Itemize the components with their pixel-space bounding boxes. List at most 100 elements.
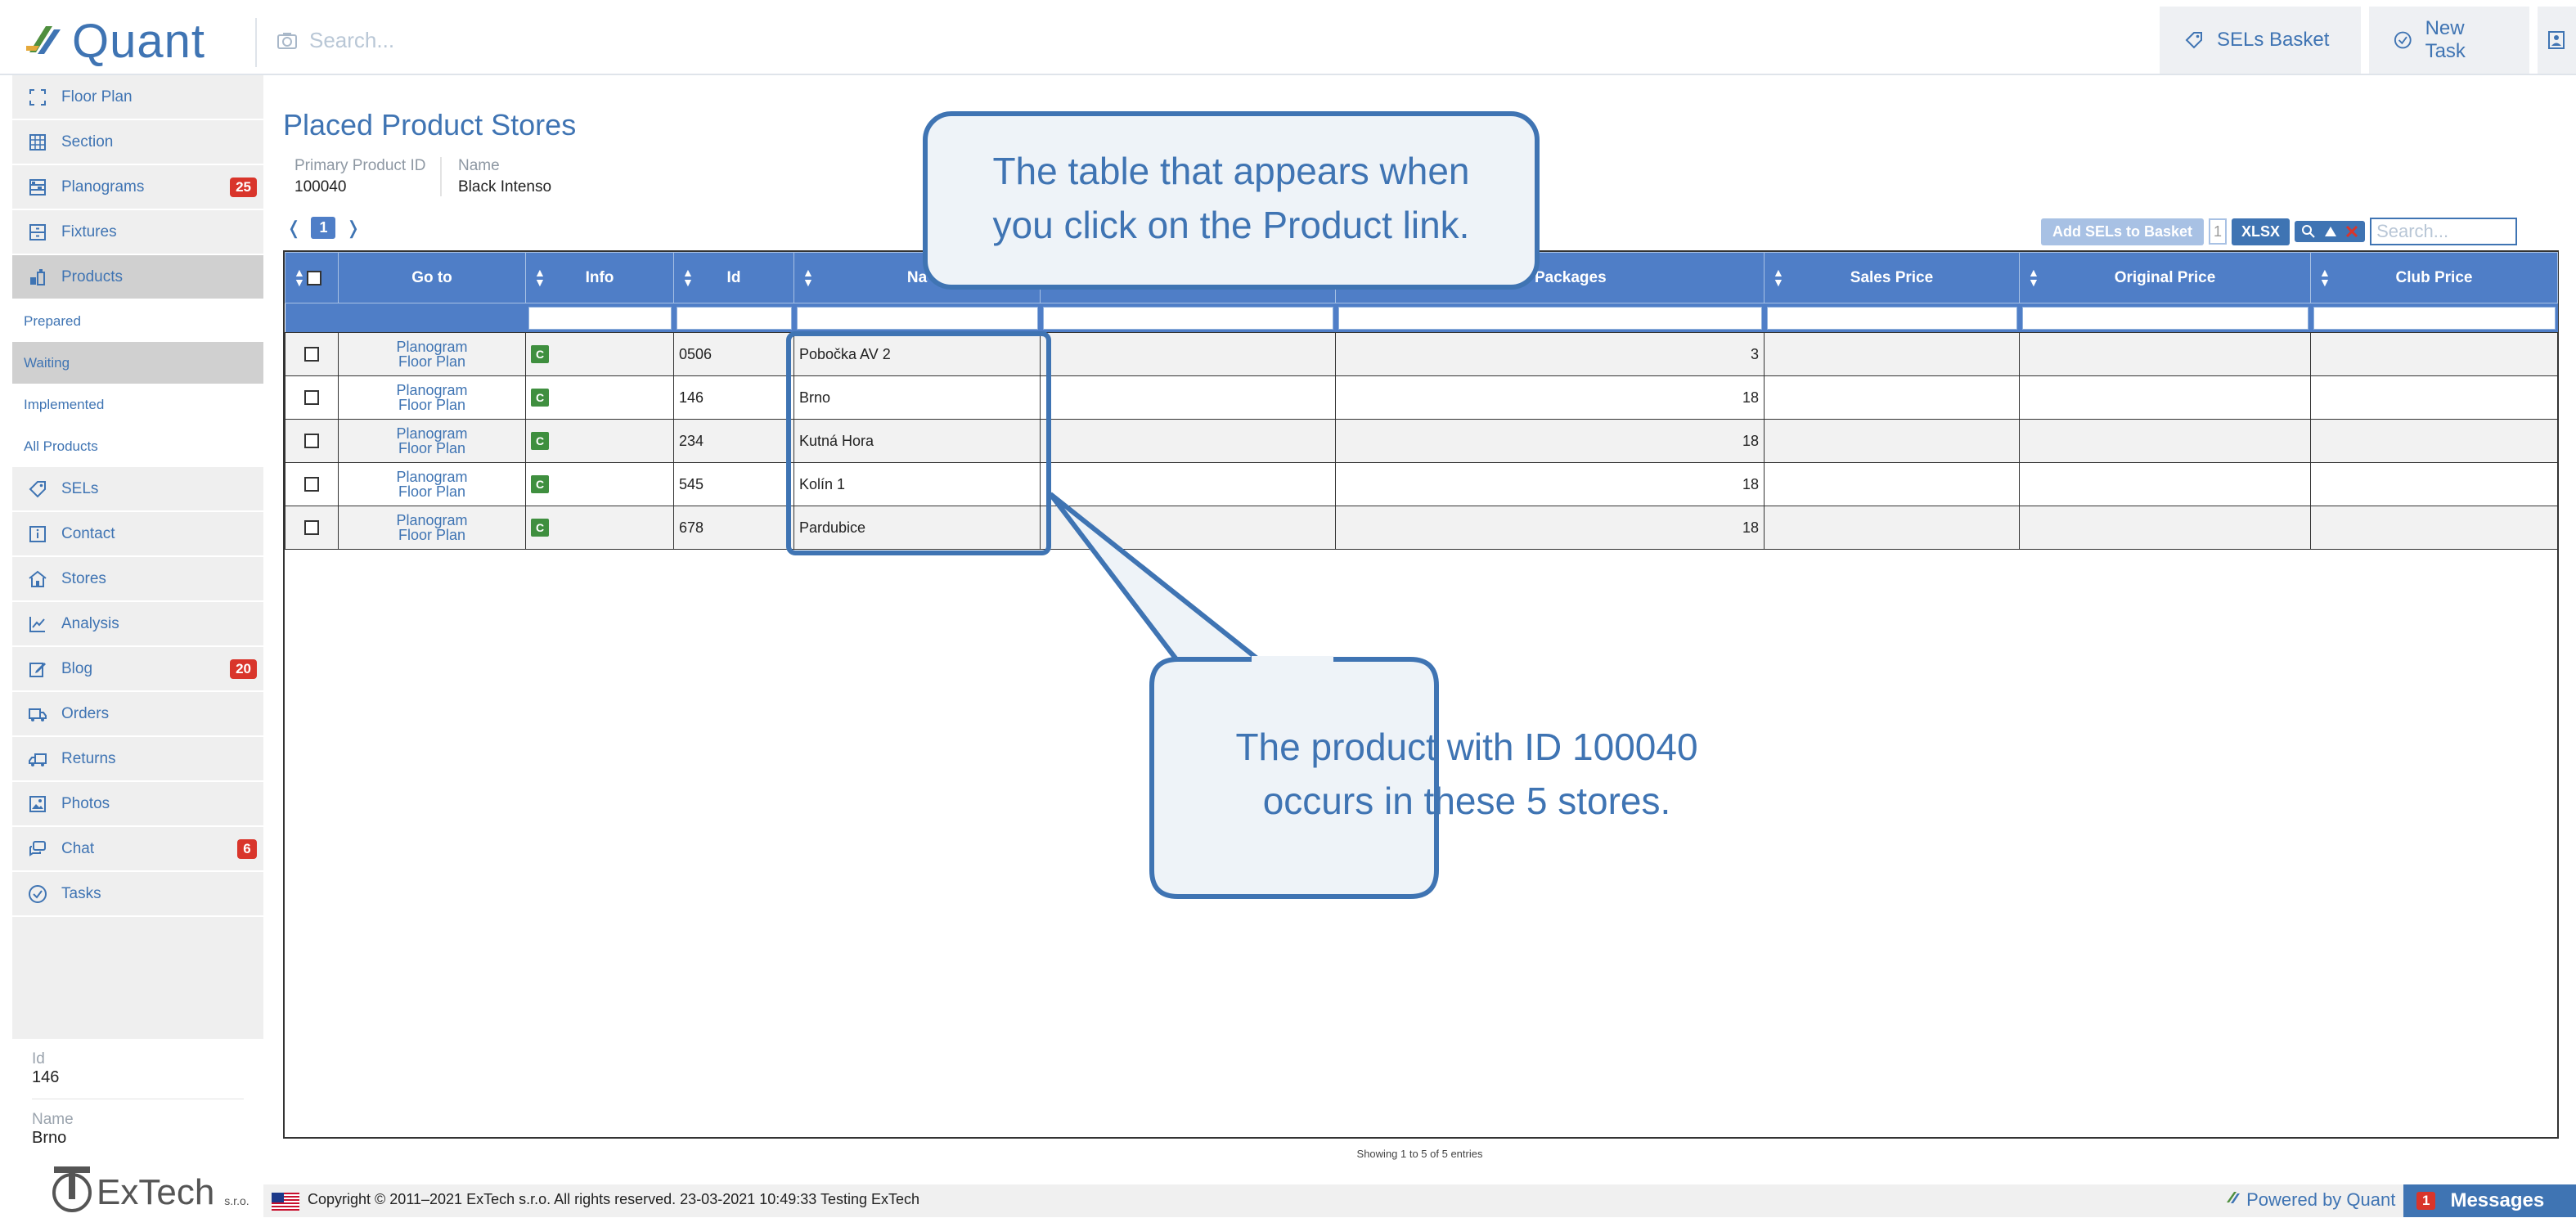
submenu-item-waiting[interactable]: Waiting (12, 342, 263, 384)
planned-packages-cell: 18 (1335, 375, 1765, 420)
select-all-checkbox[interactable] (307, 270, 321, 285)
sidebar-item-contact[interactable]: Contact (12, 512, 263, 557)
floor-plan-link[interactable]: Floor Plan (344, 441, 520, 456)
sidebar-item-blog[interactable]: Blog 20 (12, 647, 263, 692)
user-profile-button[interactable] (2538, 7, 2576, 74)
name-cell: Pardubice (793, 506, 1041, 550)
quant-logo[interactable]: Quant (25, 14, 205, 68)
select-all-header[interactable]: ▲ ▼ (285, 252, 339, 303)
sidebar-item-floor-plan[interactable]: Floor Plan (12, 75, 263, 120)
submenu-item-prepared[interactable]: Prepared (12, 300, 263, 342)
sidebar-item-orders[interactable]: Orders (12, 692, 263, 737)
planogram-link[interactable]: Planogram (344, 470, 520, 484)
filter-id[interactable] (673, 303, 794, 333)
col-header-planned-packages[interactable]: nned Packages (1335, 252, 1765, 303)
sidebar-item-sels[interactable]: SELs (12, 467, 263, 512)
col-header-club-price[interactable]: ▲ ▼ Club Price (2310, 252, 2558, 303)
filter-planned-packages[interactable] (1335, 303, 1765, 333)
row-checkbox[interactable] (304, 434, 319, 448)
info-cell: C (525, 332, 674, 376)
check-circle-icon (2394, 31, 2412, 49)
floor-plan-link[interactable]: Floor Plan (344, 528, 520, 542)
sidebar-item-stores[interactable]: Stores (12, 557, 263, 602)
info-badge[interactable]: C (531, 432, 549, 450)
filter-club-price[interactable] (2310, 303, 2558, 333)
sidebar-item-returns[interactable]: Returns (12, 737, 263, 782)
sidebar-item-section[interactable]: Section (12, 120, 263, 165)
sidebar-item-products[interactable]: Products (12, 255, 263, 300)
info-badge[interactable]: C (531, 475, 549, 493)
col-header-sales-price[interactable]: ▲ ▼ Sales Price (1764, 252, 2020, 303)
info-badge[interactable]: C (531, 389, 549, 407)
planogram-link[interactable]: Planogram (344, 383, 520, 398)
name-cell: Brno (793, 375, 1041, 420)
info-badge[interactable]: C (531, 345, 549, 363)
search-icon[interactable] (2301, 224, 2316, 239)
submenu-item-implemented[interactable]: Implemented (12, 384, 263, 425)
sidebar-item-chat[interactable]: Chat 6 (12, 827, 263, 872)
sidebar-item-analysis[interactable]: Analysis (12, 602, 263, 647)
floor-plan-link[interactable]: Floor Plan (344, 484, 520, 499)
add-sels-to-basket-button[interactable]: Add SELs to Basket (2041, 218, 2205, 245)
row-checkbox[interactable] (304, 477, 319, 492)
col-header-hidden[interactable] (1040, 252, 1336, 303)
sidebar-item-tasks[interactable]: Tasks (12, 872, 263, 917)
planogram-link[interactable]: Planogram (344, 513, 520, 528)
submenu-item-all-products[interactable]: All Products (12, 425, 263, 467)
club-price-cell (2310, 506, 2558, 550)
info-badge[interactable]: C (531, 519, 549, 537)
extech-logo-suffix: s.r.o. (224, 1194, 250, 1207)
original-price-cell (2019, 506, 2311, 550)
original-price-cell (2019, 375, 2311, 420)
global-search[interactable]: Search... (276, 28, 394, 53)
powered-by-link[interactable]: Powered by Quant (2225, 1189, 2395, 1211)
sidebar-item-label: Returns (61, 749, 116, 767)
row-checkbox[interactable] (304, 347, 319, 362)
goto-cell: Planogram Floor Plan (338, 332, 526, 376)
extech-logo-icon (52, 1166, 92, 1212)
prev-page-button[interactable]: ❬ (286, 218, 301, 239)
new-task-button[interactable]: New Task (2369, 7, 2529, 74)
table-search-input[interactable]: Search... (2370, 218, 2518, 245)
filter-name[interactable] (793, 303, 1041, 333)
sidebar-item-photos[interactable]: Photos (12, 782, 263, 827)
planogram-link[interactable]: Planogram (344, 339, 520, 354)
header-label: Original Price (2114, 268, 2216, 286)
return-truck-icon (27, 748, 48, 770)
page-1-button[interactable]: 1 (311, 217, 336, 239)
brand-name: Quant (72, 14, 205, 68)
planned-packages-cell: 18 (1335, 462, 1765, 506)
info-cell: C (525, 419, 674, 463)
row-checkbox[interactable] (304, 520, 319, 535)
col-header-info[interactable]: ▲ ▼ Info (525, 252, 674, 303)
us-flag-icon[interactable] (272, 1193, 299, 1211)
close-icon[interactable] (2345, 225, 2358, 238)
planograms-count-badge: 25 (230, 178, 257, 197)
col-header-id[interactable]: ▲ ▼ Id (673, 252, 794, 303)
sidebar-item-fixtures[interactable]: Fixtures (12, 210, 263, 255)
col-header-name[interactable]: ▲ ▼ Na (793, 252, 1041, 303)
filter-sales-price[interactable] (1764, 303, 2020, 333)
filter-original-price[interactable] (2019, 303, 2311, 333)
col-header-original-price[interactable]: ▲ ▼ Original Price (2019, 252, 2311, 303)
next-page-button[interactable]: ❭ (345, 218, 360, 239)
row-checkbox[interactable] (304, 390, 319, 405)
goto-cell: Planogram Floor Plan (338, 506, 526, 550)
filter-info[interactable] (525, 303, 674, 333)
callout-top-text: The table that appears when you click on… (925, 144, 1537, 252)
xlsx-export-button[interactable]: XLSX (2232, 218, 2291, 245)
image-icon (27, 793, 48, 815)
sidebar-item-label: Products (61, 267, 123, 285)
floor-plan-link[interactable]: Floor Plan (344, 398, 520, 412)
triangle-up-icon[interactable] (2324, 226, 2337, 237)
sels-basket-button[interactable]: SELs Basket (2160, 7, 2361, 74)
col-header-go-to[interactable]: Go to (338, 252, 526, 303)
sidebar-item-planograms[interactable]: Planograms 25 (12, 165, 263, 210)
info-icon (27, 524, 48, 545)
messages-button[interactable]: 1 Messages (2403, 1184, 2576, 1217)
planogram-link[interactable]: Planogram (344, 426, 520, 441)
sidebar-item-label: Orders (61, 704, 110, 722)
floor-plan-link[interactable]: Floor Plan (344, 354, 520, 369)
info-cell: C (525, 375, 674, 420)
filter-hidden[interactable] (1040, 303, 1336, 333)
